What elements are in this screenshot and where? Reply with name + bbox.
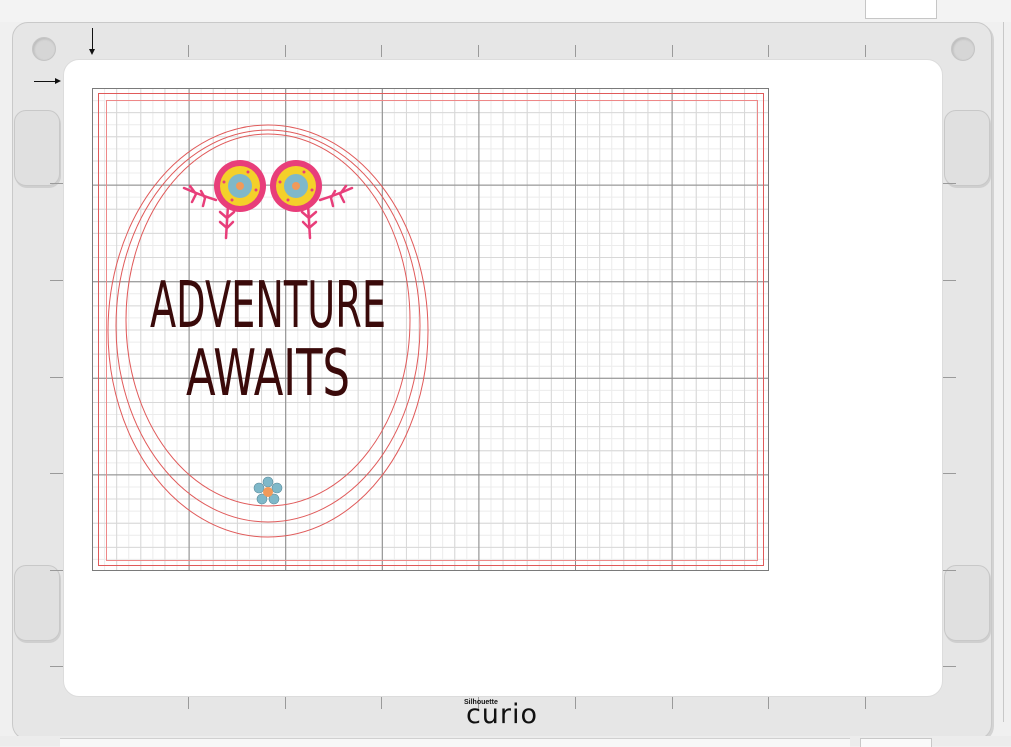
title-line-1[interactable]: ADVENTURE [150,269,386,343]
small-flower-icon [253,476,283,505]
machine-brand-logo: Silhouette curio [462,697,542,731]
design-canvas[interactable]: ADVENTURE AWAITS [0,0,1011,746]
flower-left-icon [182,160,266,240]
flower-right-icon [270,160,354,240]
brand-name: curio [465,699,539,730]
title-line-2[interactable]: AWAITS [186,337,350,411]
